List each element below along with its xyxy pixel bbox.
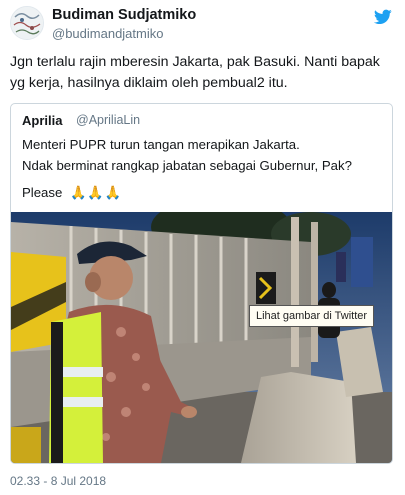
- author-name[interactable]: Budiman Sudjatmiko: [52, 7, 196, 23]
- view-image-tooltip: Lihat gambar di Twitter: [249, 305, 375, 327]
- avatar-image: [11, 7, 43, 39]
- quoted-tweet[interactable]: Aprilia @ApriliaLin Menteri PUPR turun t…: [10, 103, 393, 464]
- tweet-timestamp[interactable]: 02.33 - 8 Jul 2018: [10, 474, 106, 488]
- folded-hands-emoji: 🙏🙏🙏: [70, 185, 123, 200]
- twitter-bird-icon[interactable]: [374, 9, 392, 25]
- avatar[interactable]: [10, 6, 44, 40]
- quoted-author-name: Aprilia: [22, 113, 63, 128]
- quoted-text-line-2: Ndak berminat rangkap jabatan sebagai Gu…: [22, 158, 352, 173]
- quoted-please: Please 🙏🙏🙏: [22, 185, 122, 201]
- quoted-text-line-1: Menteri PUPR turun tangan merapikan Jaka…: [22, 137, 300, 152]
- please-text: Please: [22, 185, 63, 200]
- quoted-photo[interactable]: [11, 212, 392, 463]
- author-handle[interactable]: @budimandjatmiko: [52, 26, 163, 41]
- quoted-text: Menteri PUPR turun tangan merapikan Jaka…: [22, 134, 382, 176]
- tweet-text: Jgn terlalu rajin mberesin Jakarta, pak …: [10, 54, 380, 91]
- quoted-author-handle: @ApriliaLin: [76, 113, 141, 127]
